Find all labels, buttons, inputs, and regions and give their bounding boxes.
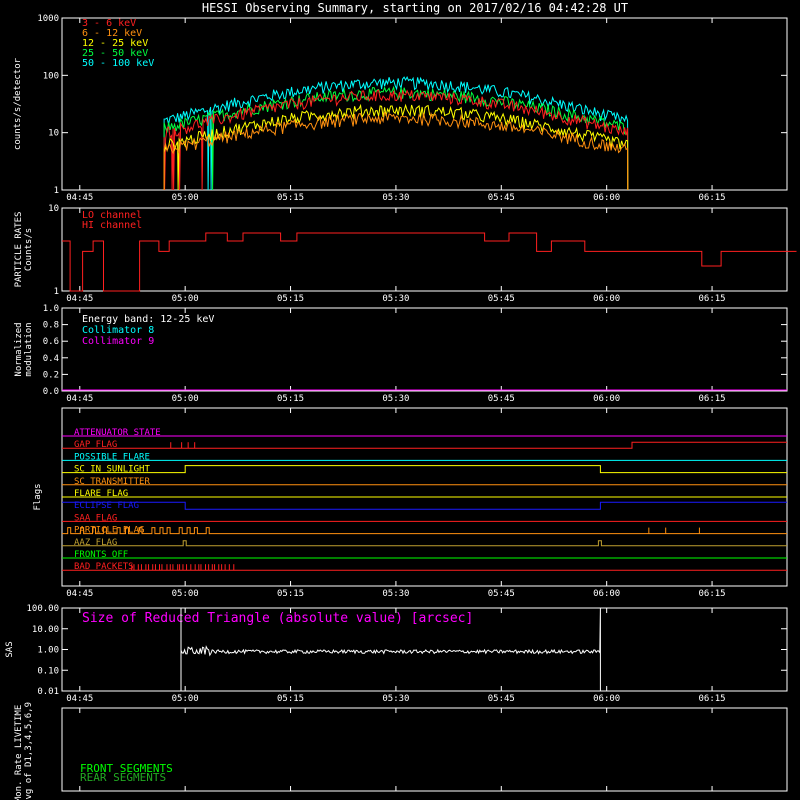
- count-panel-x-tick-label: 06:15: [699, 193, 726, 203]
- particle-panel-x-tick-label: 05:15: [277, 294, 304, 304]
- y-axis-label-line: modulation: [24, 322, 34, 376]
- sas-panel-y-tick-label: 0.01: [37, 687, 59, 697]
- count-panel-y-tick-label: 100: [43, 71, 59, 81]
- modulation-legend-1: Collimator 9: [82, 336, 154, 347]
- modulation-annotation: Energy band: 12-25 keV: [82, 314, 214, 325]
- sas-panel-y-tick-label: 0.10: [37, 666, 59, 676]
- particle-panel-y-tick-label: 1: [54, 287, 59, 297]
- flags-panel-x-tick-label: 05:15: [277, 589, 304, 599]
- y-axis-label-line: Counts/s: [24, 228, 34, 271]
- sas-panel-x-tick-label: 04:45: [66, 694, 93, 704]
- flag-line-8: [62, 527, 787, 535]
- modulation-panel-y-tick-label: 0.2: [43, 370, 59, 380]
- y-axis-label-line: avg of D1,3,4,5,6,9: [24, 702, 34, 800]
- count-panel-x-tick-label: 05:00: [172, 193, 199, 203]
- flags-panel-x-tick-label: 05:30: [382, 589, 409, 599]
- flags-panel-x-tick-label: 05:00: [172, 589, 199, 599]
- flags-panel-x-tick-label: 05:45: [488, 589, 515, 599]
- modulation-panel-y-tick-label: 1.0: [43, 304, 59, 314]
- y-axis-label-line: SAS: [5, 641, 15, 657]
- count-panel-x-tick-label: 05:15: [277, 193, 304, 203]
- modulation-panel-x-tick-label: 05:00: [172, 394, 199, 404]
- count-panel-x-tick-label: 06:00: [593, 193, 620, 203]
- count-panel-y-tick-label: 1000: [37, 14, 59, 24]
- hessi-summary-plot: HESSI Observing Summary, starting on 201…: [5, 1, 797, 800]
- modulation-panel-y-tick-label: 0.8: [43, 321, 59, 331]
- sas-annotation: Size of Reduced Triangle (absolute value…: [82, 611, 473, 626]
- sas-panel-y-tick-label: 100.00: [26, 604, 59, 614]
- particle-panel-x-tick-label: 05:00: [172, 294, 199, 304]
- particle-panel-x-tick-label: 05:30: [382, 294, 409, 304]
- count-panel-y-tick-label: 1: [54, 186, 59, 196]
- sas-panel-y-tick-label: 10.00: [32, 625, 59, 635]
- particle-panel-x-tick-label: 06:15: [699, 294, 726, 304]
- y-axis-label-line: Mon. Rate LIVETIME: [14, 705, 24, 800]
- livetime-panel-y-axis-label: Mon. Rate LIVETIMEavg of D1,3,4,5,6,9: [14, 702, 34, 800]
- particle-legend-1: HI channel: [82, 220, 142, 231]
- count-panel-frame: [61, 17, 788, 191]
- modulation-panel-y-axis-label: Normalizedmodulation: [14, 322, 34, 376]
- flag-line-9: [62, 540, 787, 547]
- sas-panel-x-tick-label: 05:30: [382, 694, 409, 704]
- particle-panel-x-tick-label: 05:45: [488, 294, 515, 304]
- count-panel-y-tick-label: 10: [48, 129, 59, 139]
- modulation-panel-y-tick-label: 0.4: [43, 354, 59, 364]
- count-panel-x-tick-label: 04:45: [66, 193, 93, 203]
- particle-panel-x-tick-label: 04:45: [66, 294, 93, 304]
- flag-line-3: [62, 465, 787, 474]
- flags-panel-x-tick-label: 04:45: [66, 589, 93, 599]
- count-panel-x-tick-label: 05:30: [382, 193, 409, 203]
- sas-panel-x-tick-label: 06:15: [699, 694, 726, 704]
- plot-title: HESSI Observing Summary, starting on 201…: [202, 1, 628, 15]
- y-axis-label-line: counts/s/detector: [13, 57, 23, 150]
- modulation-panel-y-tick-label: 0.6: [43, 337, 59, 347]
- flag-line-6: [62, 501, 787, 510]
- modulation-panel-x-tick-label: 06:00: [593, 394, 620, 404]
- sas-panel-x-tick-label: 05:15: [277, 694, 304, 704]
- particle-panel-x-tick-label: 06:00: [593, 294, 620, 304]
- particle-panel-frame: [61, 207, 788, 292]
- modulation-panel-y-tick-label: 0.0: [43, 387, 59, 397]
- count-panel-x-tick-label: 05:45: [488, 193, 515, 203]
- y-axis-label-line: Normalized: [14, 322, 24, 376]
- modulation-panel-x-tick-label: 05:15: [277, 394, 304, 404]
- sas-panel-y-axis-label: SAS: [5, 641, 15, 657]
- count-series-1: [163, 111, 629, 191]
- particle-panel-y-tick-label: 10: [48, 204, 59, 214]
- modulation-panel-x-tick-label: 05:45: [488, 394, 515, 404]
- y-axis-label-line: Flags: [33, 483, 43, 510]
- sas-panel-x-tick-label: 05:45: [488, 694, 515, 704]
- count-legend-4: 50 - 100 keV: [82, 58, 154, 69]
- flags-panel-x-tick-label: 06:00: [593, 589, 620, 599]
- modulation-panel-x-tick-label: 06:15: [699, 394, 726, 404]
- modulation-panel-x-tick-label: 05:30: [382, 394, 409, 404]
- particle-series: [62, 232, 797, 292]
- modulation-panel-x-tick-label: 04:45: [66, 394, 93, 404]
- livetime-panel-frame: [61, 707, 788, 792]
- livetime-legend-1: REAR SEGMENTS: [80, 771, 166, 784]
- sas-panel-x-tick-label: 06:00: [593, 694, 620, 704]
- y-axis-label-line: PARTICLE RATES: [14, 212, 24, 288]
- particle-panel-y-axis-label: PARTICLE RATESCounts/s: [14, 212, 34, 288]
- modulation-legend-0: Collimator 8: [82, 325, 154, 336]
- sas-panel-y-tick-label: 1.00: [37, 646, 59, 656]
- flags-panel-y-axis-label: Flags: [33, 483, 43, 510]
- flags-panel-x-tick-label: 06:15: [699, 589, 726, 599]
- count-panel-y-axis-label: counts/s/detector: [13, 57, 23, 150]
- sas-panel-x-tick-label: 05:00: [172, 694, 199, 704]
